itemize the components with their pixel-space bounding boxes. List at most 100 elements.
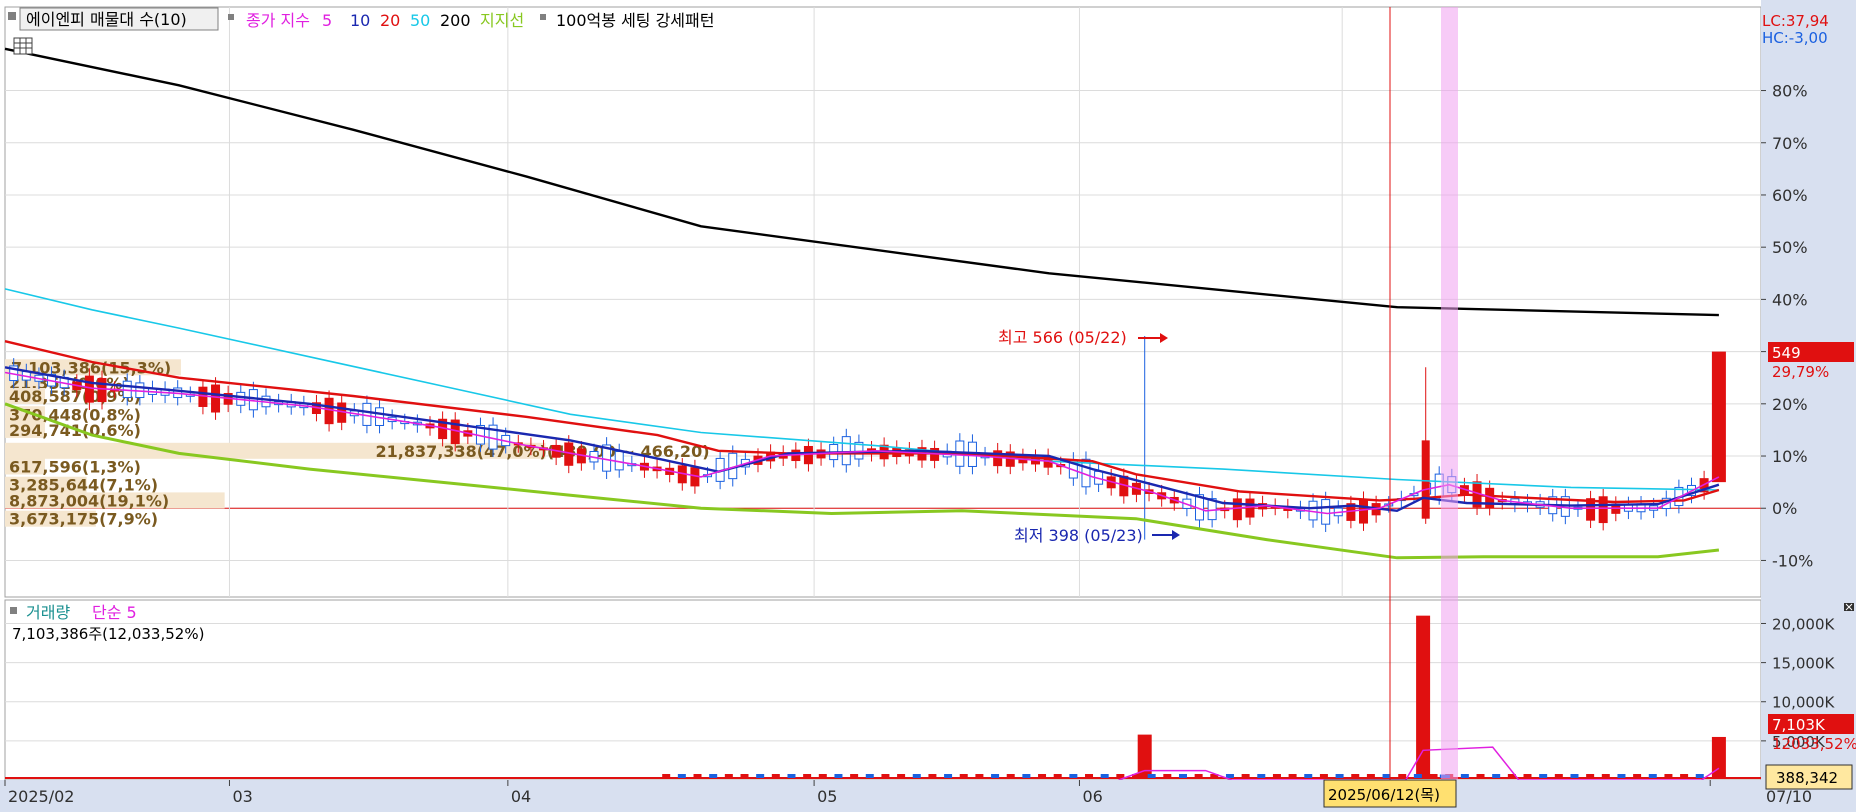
volume-bar <box>1695 774 1704 778</box>
volume-bar <box>1460 774 1469 778</box>
highlight-column <box>1441 7 1458 780</box>
x-tick-label: 04 <box>511 787 531 806</box>
x-tick-label: 2025/02 <box>8 787 74 806</box>
volume-bar <box>944 774 953 778</box>
volume-last-value: 7,103K <box>1772 716 1826 734</box>
volume-bar <box>897 774 906 778</box>
last-price-value: 549 <box>1772 344 1801 362</box>
volume-bar <box>1476 774 1485 778</box>
volume-bar <box>850 774 859 778</box>
price-tick-label: 10% <box>1772 447 1808 466</box>
volume-bar <box>1319 774 1328 778</box>
x-tick-label: 06 <box>1082 787 1102 806</box>
candle-body <box>211 384 221 413</box>
legend-square-icon <box>8 12 16 20</box>
candle-body <box>1232 498 1242 521</box>
volume-tick-label: 15,000K <box>1772 655 1835 673</box>
volume-bar <box>1351 774 1360 778</box>
candle-body <box>84 375 94 403</box>
candle-body <box>1711 351 1726 483</box>
volume-bar <box>991 774 1000 778</box>
volume-bar <box>818 774 827 778</box>
volume-bar <box>740 774 749 778</box>
volume-bar <box>834 774 843 778</box>
volume-bar <box>787 774 796 778</box>
last-change-value: 29,79% <box>1772 363 1829 381</box>
price-tick-label: 50% <box>1772 238 1808 257</box>
volume-bar <box>959 774 968 778</box>
candle-body <box>1359 498 1369 524</box>
candle-body <box>841 436 851 466</box>
volume-bar <box>1288 774 1297 778</box>
volume-bar <box>1178 774 1187 778</box>
volume-bar <box>1022 774 1031 778</box>
volume-bar <box>1163 774 1172 778</box>
volume-ratio-value: 12033,52% <box>1772 735 1856 753</box>
candle-body <box>324 397 334 425</box>
volume-bar <box>1053 774 1062 778</box>
volume-bar <box>1429 774 1438 778</box>
volume-bar <box>1241 774 1250 778</box>
volume-bar <box>724 774 733 778</box>
ma-period-10: 10 <box>350 11 370 30</box>
volume-legend-name: 거래량 <box>26 603 70 622</box>
volume-bar <box>1570 774 1579 778</box>
volume-bar <box>1416 615 1431 778</box>
volume-bar <box>1069 774 1078 778</box>
volume-bar <box>1257 774 1266 778</box>
price-tick-label: -10% <box>1772 551 1813 570</box>
corner-value: 388,342 <box>1776 769 1838 787</box>
price-tick-label: 40% <box>1772 290 1808 309</box>
volume-ma-legend: 단순 5 <box>92 603 137 622</box>
candle-body <box>1321 499 1331 525</box>
profile-label: 3,673,175(7,9%) <box>9 510 158 529</box>
ma-period-20: 20 <box>380 11 400 30</box>
volume-bar <box>865 774 874 778</box>
volume-bar <box>1633 774 1642 778</box>
volume-bar <box>1085 774 1094 778</box>
close-icon[interactable] <box>1844 603 1854 611</box>
price-tick-label: 0% <box>1772 499 1797 518</box>
volume-summary: 7,103,386주(12,033,52%) <box>12 625 204 643</box>
volume-bar <box>1617 774 1626 778</box>
bottom-axis-background <box>0 780 1856 812</box>
ma-period-50: 50 <box>410 11 430 30</box>
volume-bar <box>1413 774 1422 778</box>
volume-bar <box>975 774 984 778</box>
volume-pane[interactable] <box>4 599 1762 781</box>
volume-tick-label: 20,000K <box>1772 615 1835 633</box>
volume-bar <box>1137 734 1152 778</box>
volume-bar <box>1382 774 1391 778</box>
volume-bar <box>771 774 780 778</box>
volume-legend-square-icon <box>10 607 17 614</box>
price-tick-label: 70% <box>1772 134 1808 153</box>
volume-bar <box>1680 774 1689 778</box>
candle-body <box>97 377 107 403</box>
volume-bar <box>1648 774 1657 778</box>
stock-chart[interactable]: 21,351(0,0%)408,587(0,9%)370,448(0,8%)29… <box>0 0 1856 812</box>
volume-bar <box>1366 774 1375 778</box>
profile-label: 617,596(1,3%) <box>9 457 141 476</box>
volume-bar <box>1194 774 1203 778</box>
pattern-legend-label: 100억봉 세팅 강세패턴 <box>556 11 714 30</box>
volume-bar <box>1554 774 1563 778</box>
x-tick-label: 05 <box>817 787 837 806</box>
volume-bar <box>709 774 718 778</box>
price-tick-label: 60% <box>1772 186 1808 205</box>
hc-value: HC:-3,00 <box>1762 29 1828 47</box>
volume-bar <box>677 774 686 778</box>
table-icon[interactable] <box>13 37 33 55</box>
x-tick-label: 03 <box>232 787 252 806</box>
volume-bar <box>1586 774 1595 778</box>
volume-bar <box>1006 774 1015 778</box>
lc-value: LC:37,94 <box>1762 12 1829 30</box>
volume-bar <box>1225 774 1234 778</box>
volume-bar <box>1398 774 1407 778</box>
volume-bar <box>1272 774 1281 778</box>
volume-bar <box>693 774 702 778</box>
candle-body <box>1421 440 1430 519</box>
volume-bar <box>1664 774 1673 778</box>
low-annotation: 최저 398 (05/23) <box>1014 526 1143 545</box>
profile-label: 8,873,004(19,1%) <box>9 491 169 510</box>
ma-legend-square-icon <box>228 14 234 20</box>
